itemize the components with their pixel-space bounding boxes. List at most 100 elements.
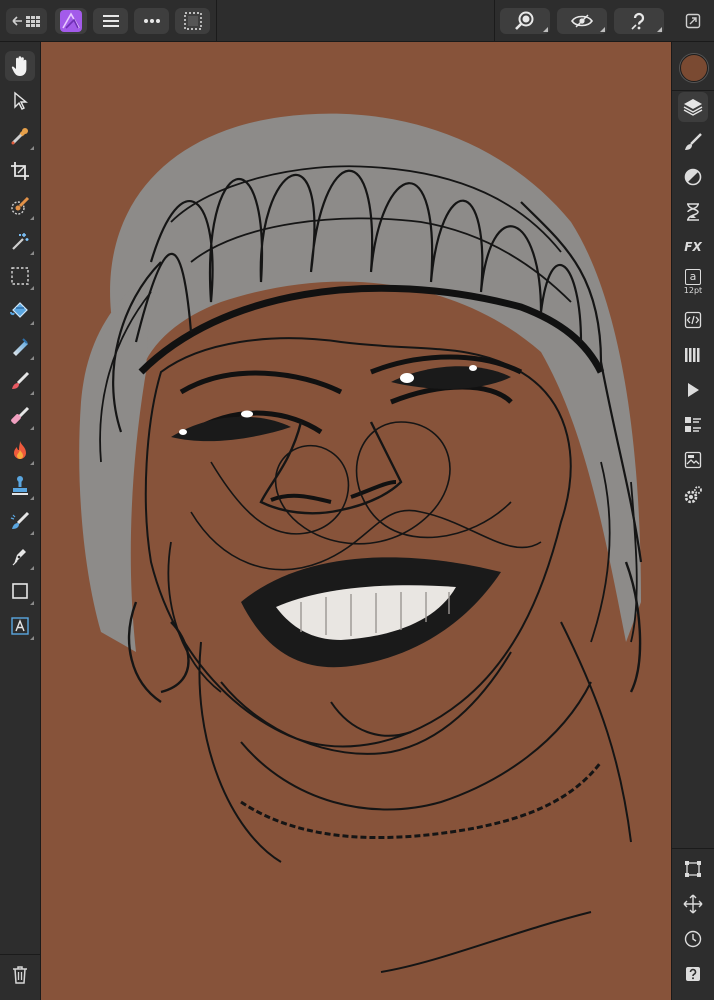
selection-button[interactable] bbox=[175, 8, 210, 34]
clone-stamp-icon bbox=[12, 476, 28, 495]
dropdown-indicator bbox=[30, 321, 34, 325]
eraser-icon bbox=[11, 406, 30, 424]
paint-brush-tool[interactable] bbox=[5, 366, 35, 396]
tools-panel bbox=[0, 42, 41, 1000]
arrow-pointer-icon bbox=[14, 91, 28, 110]
top-toolbar bbox=[0, 0, 714, 42]
text-size-icon: a bbox=[685, 268, 701, 285]
paint-brush-icon bbox=[12, 371, 30, 389]
view-button[interactable] bbox=[557, 8, 607, 34]
persona-button[interactable] bbox=[55, 8, 87, 34]
eye-view-icon bbox=[571, 14, 593, 28]
transform-icon bbox=[685, 417, 701, 432]
affinity-photo-logo-icon bbox=[60, 10, 82, 32]
play-icon bbox=[688, 383, 699, 397]
transform-studio[interactable] bbox=[678, 410, 708, 440]
crop-tool[interactable] bbox=[5, 156, 35, 186]
flood-fill-tool[interactable] bbox=[5, 296, 35, 326]
pen-tool[interactable] bbox=[5, 541, 35, 571]
erase-brush-tool[interactable] bbox=[5, 401, 35, 431]
settings-gear-icon bbox=[684, 486, 702, 504]
current-color-swatch[interactable] bbox=[680, 54, 708, 82]
magic-wand-icon bbox=[12, 233, 29, 250]
macro-studio[interactable] bbox=[678, 305, 708, 335]
panel-divider bbox=[672, 848, 714, 849]
dropdown-indicator bbox=[30, 391, 34, 395]
text-size-label: 12pt bbox=[683, 285, 703, 295]
brushes-studio[interactable] bbox=[678, 127, 708, 157]
shape-tool[interactable] bbox=[5, 576, 35, 606]
channels-icon bbox=[685, 348, 700, 362]
rectangle-icon bbox=[12, 583, 28, 599]
adjustments-studio[interactable] bbox=[678, 162, 708, 192]
adjustment-icon bbox=[684, 168, 702, 186]
dropdown-indicator bbox=[30, 216, 34, 220]
help-button-bottom[interactable] bbox=[678, 959, 708, 989]
panel-divider bbox=[0, 954, 40, 955]
history-studio[interactable] bbox=[678, 197, 708, 227]
dropdown-indicator bbox=[543, 27, 548, 32]
retouch-brush-icon bbox=[10, 511, 30, 529]
zoom-button[interactable] bbox=[500, 8, 550, 34]
question-help-icon bbox=[631, 12, 645, 30]
menu-button[interactable] bbox=[93, 8, 128, 34]
help-button[interactable] bbox=[614, 8, 664, 34]
dropdown-indicator bbox=[30, 426, 34, 430]
snapping-button[interactable] bbox=[678, 854, 708, 884]
marquee-selection-icon bbox=[183, 12, 202, 30]
text-studio[interactable]: a 12pt bbox=[678, 267, 708, 297]
gradient-icon bbox=[13, 338, 28, 356]
artistic-text-icon bbox=[11, 617, 29, 635]
view-tool[interactable] bbox=[5, 51, 35, 81]
history-button[interactable] bbox=[678, 924, 708, 954]
pen-nib-icon bbox=[12, 549, 26, 566]
marquee-tool[interactable] bbox=[5, 261, 35, 291]
move-tool[interactable] bbox=[5, 86, 35, 116]
panel-divider bbox=[672, 90, 714, 91]
dropdown-indicator bbox=[600, 27, 605, 32]
clone-tool[interactable] bbox=[5, 471, 35, 501]
selection-brush-tool[interactable] bbox=[5, 191, 35, 221]
dropdown-indicator bbox=[30, 461, 34, 465]
navigator-studio[interactable] bbox=[678, 445, 708, 475]
transform-button[interactable] bbox=[678, 889, 708, 919]
layers-studio[interactable] bbox=[678, 92, 708, 122]
document-canvas[interactable] bbox=[41, 42, 671, 1000]
navigator-icon bbox=[684, 451, 702, 469]
clock-icon bbox=[684, 930, 702, 948]
delete-button[interactable] bbox=[5, 960, 35, 990]
effects-studio[interactable]: FX bbox=[678, 232, 708, 262]
flood-select-tool[interactable] bbox=[5, 226, 35, 256]
dropdown-indicator bbox=[657, 27, 662, 32]
more-ellipsis-icon bbox=[143, 19, 160, 23]
text-tool[interactable] bbox=[5, 611, 35, 641]
channels-studio[interactable] bbox=[678, 340, 708, 370]
gradient-tool[interactable] bbox=[5, 331, 35, 361]
dropdown-indicator bbox=[30, 566, 34, 570]
fullscreen-button[interactable] bbox=[680, 8, 706, 34]
back-to-gallery-icon bbox=[11, 16, 40, 27]
trash-icon bbox=[13, 966, 27, 984]
fx-icon: FX bbox=[684, 240, 702, 254]
layers-icon bbox=[683, 99, 703, 116]
retouch-tool[interactable] bbox=[5, 506, 35, 536]
color-picker-tool[interactable] bbox=[5, 121, 35, 151]
move-arrows-icon bbox=[683, 894, 703, 914]
paint-bucket-icon bbox=[10, 302, 28, 318]
settings-studio[interactable] bbox=[678, 480, 708, 510]
scribble-portrait-artwork bbox=[79, 113, 643, 973]
dropdown-indicator bbox=[30, 286, 34, 290]
dropdown-indicator bbox=[30, 636, 34, 640]
toolbar-separator bbox=[216, 0, 217, 42]
selection-brush-icon bbox=[11, 196, 30, 215]
marquee-icon bbox=[11, 267, 29, 285]
more-button[interactable] bbox=[134, 8, 169, 34]
eyedropper-icon bbox=[11, 128, 28, 145]
back-to-gallery-button[interactable] bbox=[6, 8, 47, 34]
help-icon bbox=[686, 967, 700, 981]
dodge-burn-tool[interactable] bbox=[5, 436, 35, 466]
crop-icon bbox=[11, 162, 29, 180]
hourglass-icon bbox=[687, 203, 699, 221]
actions-studio[interactable] bbox=[678, 375, 708, 405]
brush-icon bbox=[685, 133, 702, 150]
